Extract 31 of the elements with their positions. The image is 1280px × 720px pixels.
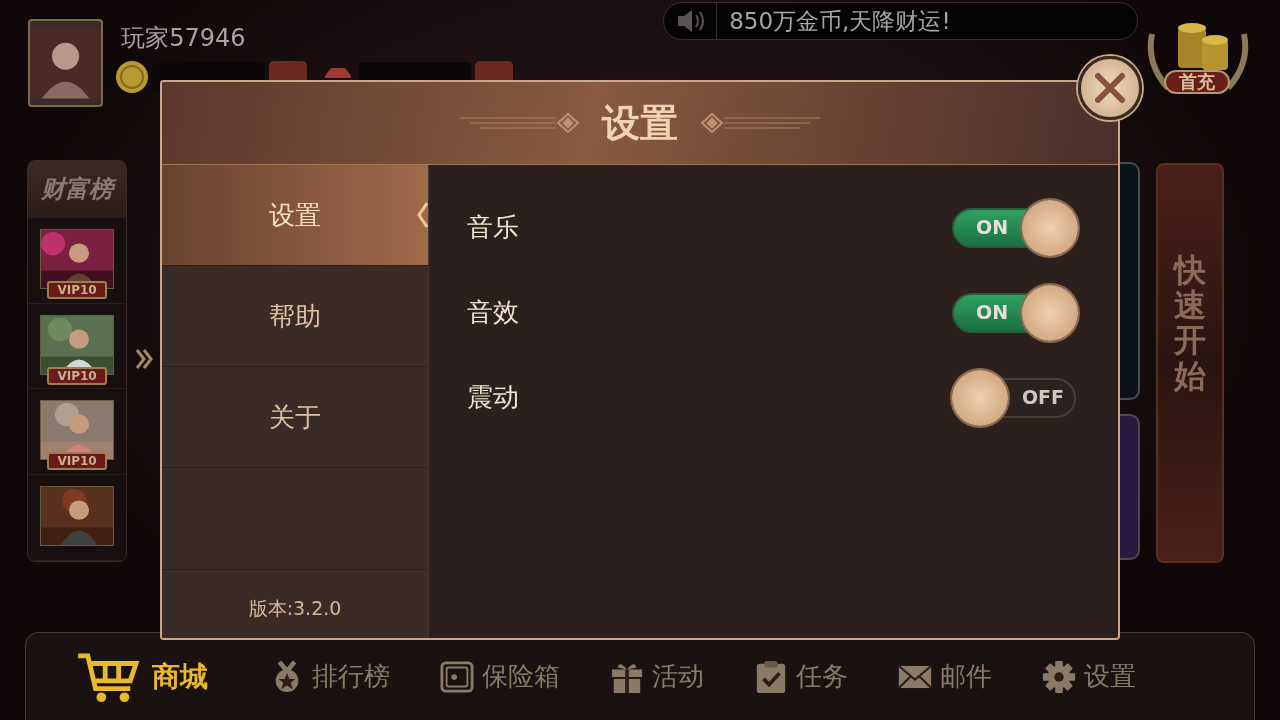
setting-label: 震动: [467, 381, 519, 414]
sidebar-tab[interactable]: 关于: [162, 367, 428, 468]
sidebar-tab[interactable]: 帮助: [162, 266, 428, 367]
safe-icon: [440, 659, 474, 694]
setting-label: 音乐: [467, 211, 519, 244]
double-chevron-icon[interactable]: [135, 348, 153, 370]
nav-button[interactable]: 任务: [754, 659, 848, 694]
close-icon: [1094, 72, 1126, 104]
first-charge-badge[interactable]: 首充: [1164, 70, 1230, 94]
nav-button[interactable]: 保险箱: [440, 659, 560, 694]
player-avatar[interactable]: [28, 19, 104, 107]
vip-badge: VIP10: [47, 452, 107, 471]
nav-button[interactable]: 排行榜: [270, 659, 390, 694]
sidebar-tab[interactable]: 设置: [162, 165, 428, 266]
player-name: 玩家57946: [121, 23, 247, 54]
dialog-title: 设置: [602, 99, 678, 147]
close-button[interactable]: [1078, 56, 1142, 120]
nav-button[interactable]: 活动: [610, 659, 704, 694]
coin-icon: [115, 60, 150, 94]
shop-button[interactable]: 商城: [76, 649, 208, 704]
quick-start-button[interactable]: 快速开始: [1156, 163, 1224, 563]
nav-button[interactable]: 设置: [1042, 659, 1136, 694]
clipboard-check-icon: [754, 659, 788, 694]
setting-label: 音效: [467, 296, 519, 329]
wealth-rank-title: 财富榜: [28, 161, 126, 218]
announcement-text: 850万金币,天降财运!: [716, 3, 951, 39]
settings-icon: [1042, 659, 1076, 694]
chevron-icon: [416, 201, 428, 229]
nav-button[interactable]: 邮件: [898, 659, 992, 694]
version-text: 版本:3.2.0: [248, 596, 342, 621]
speaker-icon: [676, 8, 707, 34]
